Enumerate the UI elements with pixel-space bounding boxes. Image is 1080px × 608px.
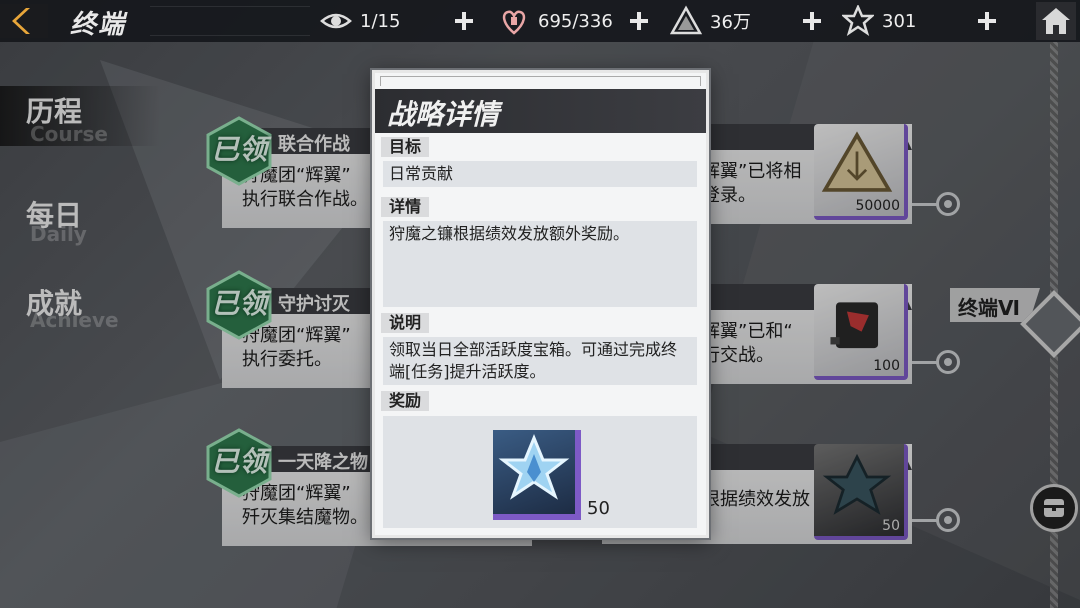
- note-label: 说明: [381, 313, 430, 333]
- reward-label: 奖励: [381, 391, 430, 411]
- home-icon: [1036, 2, 1076, 40]
- modal-title: 战略详情: [387, 98, 500, 131]
- blue-star-crystal-icon: [498, 434, 570, 500]
- detail-text: 狩魔之镰根据绩效发放额外奖励。: [383, 221, 697, 307]
- eye-icon: [320, 13, 352, 29]
- modal-header: 战略详情: [375, 89, 706, 133]
- heart-icon: [502, 10, 526, 35]
- add-star-button[interactable]: [975, 9, 999, 33]
- coin-triangle-icon: [670, 5, 702, 35]
- back-button[interactable]: [0, 4, 48, 38]
- goal-label: 目标: [381, 137, 430, 157]
- star-crystal-icon: [842, 5, 874, 36]
- title-decoration: [150, 6, 310, 36]
- resource-eye: 1/15: [320, 0, 400, 42]
- add-heart-button[interactable]: [627, 9, 651, 33]
- home-button[interactable]: [1036, 2, 1076, 40]
- reward-quantity: 50: [587, 498, 610, 519]
- detail-label: 详情: [381, 197, 430, 217]
- page-title: 终端: [70, 10, 127, 40]
- reward-item[interactable]: [493, 430, 581, 520]
- resource-coin: 36万: [670, 0, 751, 42]
- goal-text: 日常贡献: [383, 161, 697, 187]
- top-bar: 终端 1/15 695/336 36万 301: [0, 0, 1080, 42]
- resource-heart: 695/336: [498, 0, 613, 42]
- reward-area: 50: [383, 416, 697, 528]
- back-arrow-icon: [0, 4, 48, 38]
- resource-star: 301: [842, 0, 916, 42]
- note-text: 领取当日全部活跃度宝箱。可通过完成终端[任务]提升活跃度。: [383, 337, 697, 385]
- add-eye-button[interactable]: [452, 9, 476, 33]
- strategy-detail-modal: 战略详情 目标 日常贡献 详情 狩魔之镰根据绩效发放额外奖励。 说明 领取当日全…: [372, 70, 709, 538]
- add-coin-button[interactable]: [800, 9, 824, 33]
